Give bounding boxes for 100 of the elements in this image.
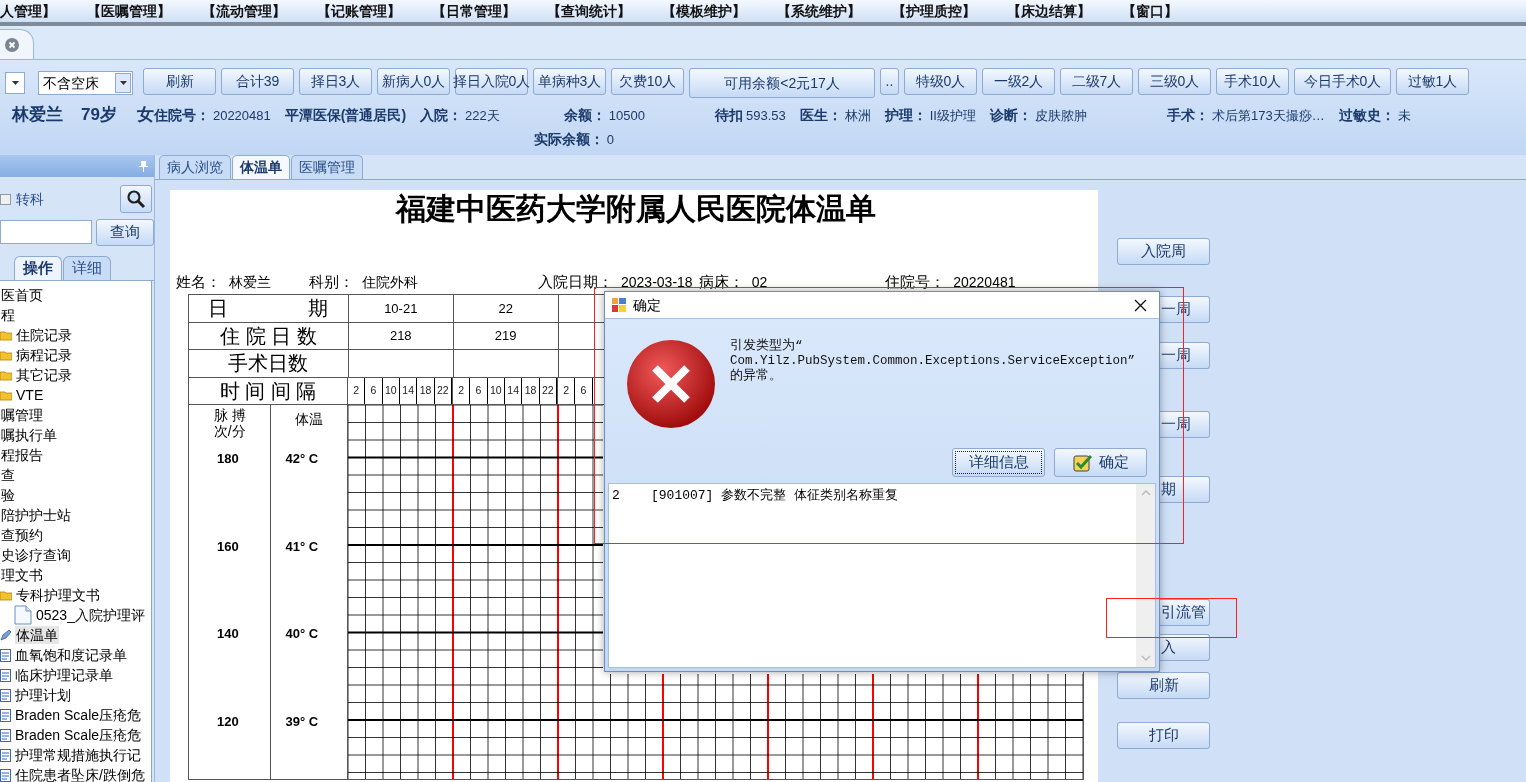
tree-item[interactable]: 护理计划 <box>14 686 72 704</box>
pin-icon[interactable] <box>139 160 148 172</box>
scroll-up-icon[interactable] <box>1140 490 1151 496</box>
tree-item[interactable]: 陪护护士站 <box>0 506 72 524</box>
side-button[interactable]: 刷新 <box>1117 672 1210 699</box>
filter-button[interactable]: 欠费10人 <box>611 68 684 95</box>
side-button[interactable]: 打印 <box>1117 722 1210 749</box>
menu-item[interactable]: 【查询统计】 <box>547 0 631 22</box>
menu-item[interactable]: 【系统维护】 <box>777 0 861 22</box>
axis-label: 39° C <box>285 712 319 731</box>
tree-item[interactable]: 体温单 <box>15 626 59 644</box>
tree-item[interactable]: 嘱执行单 <box>0 426 58 444</box>
menu-item[interactable]: 【床边结算】 <box>1007 0 1091 22</box>
content-tab[interactable]: 医嘱管理 <box>291 155 363 179</box>
filter-button[interactable]: 手术10人 <box>1216 68 1289 95</box>
axis-title: 脉 搏 次/分 <box>212 407 247 439</box>
menu-item[interactable]: 【流动管理】 <box>202 0 286 22</box>
tree-item[interactable]: 其它记录 <box>15 366 73 384</box>
tree-item[interactable]: 查预约 <box>0 526 44 544</box>
pen-icon <box>0 629 12 641</box>
caret-icon <box>119 81 127 85</box>
close-icon[interactable] <box>1134 298 1147 312</box>
side-button[interactable]: 引流管 <box>1159 599 1210 626</box>
tree-item[interactable]: 验 <box>0 486 16 504</box>
panel-tab[interactable]: 详细 <box>63 256 111 280</box>
tree-item[interactable]: Braden Scale压疮危 <box>14 706 143 724</box>
side-button[interactable]: 入院周 <box>1117 238 1210 265</box>
tree-item[interactable]: 住院记录 <box>15 326 73 344</box>
filter-button[interactable]: 择日3人 <box>299 68 372 95</box>
table-cell-text: 219 <box>494 327 517 345</box>
tree-item[interactable]: 住院患者坠床/跌倒危 <box>14 766 146 782</box>
dialog-button[interactable]: 确定 <box>1054 448 1147 477</box>
search-icon <box>126 189 146 209</box>
field-label: 住院号： <box>153 107 210 125</box>
axis-title: 体温 <box>294 410 325 429</box>
tree-item[interactable]: 医首页 <box>0 286 44 304</box>
menu-item[interactable]: 人管理】 <box>0 0 56 22</box>
filter-button[interactable]: 择日入院0人 <box>455 68 528 95</box>
filter-button[interactable]: .. <box>880 68 899 95</box>
field-value: 林洲 <box>844 107 871 125</box>
tree-item[interactable]: 临床护理记录单 <box>14 666 114 684</box>
field-value: 住院外科 <box>362 273 418 292</box>
field-label: 过敏史： <box>1338 106 1395 125</box>
scroll-down-icon[interactable] <box>1140 655 1151 661</box>
filter-button[interactable]: 特级0人 <box>904 68 977 95</box>
content-tab[interactable]: 体温单 <box>232 155 290 179</box>
field-value: 222天 <box>465 107 500 125</box>
tree-item[interactable]: 血氧饱和度记录单 <box>14 646 128 664</box>
document-tab[interactable] <box>0 29 34 59</box>
side-button[interactable]: 入 <box>1159 634 1210 661</box>
content-tab[interactable]: 病人浏览 <box>159 155 231 179</box>
tree-item[interactable]: 嘱管理 <box>0 406 44 424</box>
search-button[interactable] <box>120 185 152 213</box>
panel-tab[interactable]: 操作 <box>14 256 62 280</box>
side-button[interactable]: 期 <box>1159 476 1210 503</box>
filter-button[interactable]: 单病种3人 <box>533 68 606 95</box>
menu-item[interactable]: 【医嘱管理】 <box>87 0 171 22</box>
row-label: 日 期 <box>189 295 349 322</box>
tree-item[interactable]: 查 <box>0 466 16 484</box>
filter-button[interactable]: 可用余额<2元17人 <box>689 68 875 98</box>
menu-item[interactable]: 【窗口】 <box>1122 0 1178 22</box>
tree-item[interactable]: 护理常规措施执行记 <box>14 746 142 764</box>
checkbox[interactable] <box>0 193 11 205</box>
tree-item[interactable]: Braden Scale压疮危 <box>14 726 143 744</box>
menu-item[interactable]: 【记账管理】 <box>317 0 401 22</box>
menu-item[interactable]: 【日常管理】 <box>432 0 516 22</box>
menu-item[interactable]: 【模板维护】 <box>662 0 746 22</box>
sheet-title: 福建中医药大学附属人民医院体温单 <box>394 193 877 225</box>
menu-item[interactable]: 【护理质控】 <box>892 0 976 22</box>
tree-item[interactable]: VTE <box>15 386 45 404</box>
tree-item[interactable]: 理文书 <box>0 566 44 584</box>
field-value: 20220481 <box>953 273 1016 292</box>
bed-filter-dropdown[interactable]: 不含空床 <box>38 71 133 95</box>
scrollbar[interactable] <box>1136 484 1155 667</box>
field-label: 实际余额： <box>533 130 604 149</box>
filter-button[interactable]: 三级0人 <box>1138 68 1211 95</box>
search-field[interactable] <box>0 220 92 244</box>
dialog-button[interactable]: 详细信息 <box>952 448 1045 477</box>
filter-button[interactable]: 过敏1人 <box>1396 68 1469 95</box>
tree-item[interactable]: 程报告 <box>0 446 44 464</box>
axis-label: 41° C <box>285 537 319 556</box>
filter-button[interactable]: 今日手术0人 <box>1294 68 1391 95</box>
query-button[interactable]: 查询 <box>96 218 154 246</box>
field-value: 20220481 <box>212 107 271 125</box>
field-value: 术后第173天撮痧… <box>1211 107 1325 125</box>
field-value: 未 <box>1397 107 1411 125</box>
tree-item[interactable]: 程 <box>0 306 16 324</box>
tree-item[interactable]: 专科护理文书 <box>15 586 101 604</box>
dropdown[interactable] <box>5 72 25 94</box>
filter-button[interactable]: 合计39 <box>221 68 294 95</box>
time-label: 2 <box>563 382 570 398</box>
axis-label: 180 <box>217 450 239 468</box>
filter-button[interactable]: 刷新 <box>143 68 216 95</box>
tree-item[interactable]: 史诊疗查询 <box>0 546 72 564</box>
tree-item[interactable]: 0523_入院护理评 <box>35 606 146 624</box>
filter-button[interactable]: 一级2人 <box>982 68 1055 95</box>
filter-button[interactable]: 二级7人 <box>1060 68 1133 95</box>
detail-text: 2 [901007] 参数不完整 体征类别名称重复 <box>611 487 900 505</box>
filter-button[interactable]: 新病人0人 <box>377 68 450 95</box>
tree-item[interactable]: 病程记录 <box>15 346 73 364</box>
